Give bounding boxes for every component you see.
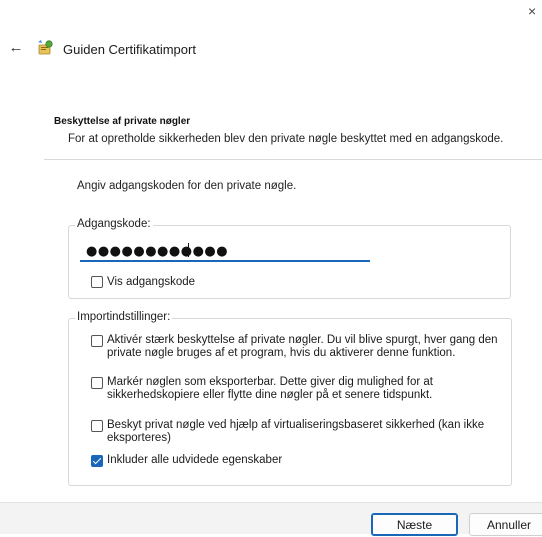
exportable-key-label[interactable]: Markér nøglen som eksporterbar. Dette gi… [107, 376, 433, 402]
strong-protection-label[interactable]: Aktivér stærk beskyttelse af private nøg… [107, 334, 498, 360]
exportable-key-label-line1: Markér nøglen som eksporterbar. Dette gi… [107, 376, 433, 388]
text-caret [188, 243, 189, 257]
certificate-wizard-icon [36, 39, 54, 57]
strong-protection-label-line2: private nøgle bruges af et program, hvis… [107, 347, 456, 359]
password-group-legend: Adgangskode: [75, 218, 153, 230]
import-group-legend: Importindstillinger: [75, 311, 173, 323]
close-button[interactable]: × [528, 0, 542, 22]
header-divider [44, 159, 542, 160]
vbs-protection-checkbox[interactable] [91, 420, 103, 432]
password-input[interactable]: ●●●●●●●●●●●● [80, 240, 370, 262]
vbs-protection-label-line2: eksporteres) [107, 432, 171, 444]
vbs-protection-label-line1: Beskyt privat nøgle ved hjælp af virtual… [107, 419, 485, 431]
back-button[interactable]: ← [6, 38, 26, 58]
strong-protection-checkbox[interactable] [91, 335, 103, 347]
exportable-key-label-line2: sikkerhedskopiere eller flytte dine nøgl… [107, 389, 433, 401]
exportable-key-checkbox[interactable] [91, 377, 103, 389]
wizard-footer [0, 502, 542, 534]
vbs-protection-label[interactable]: Beskyt privat nøgle ved hjælp af virtual… [107, 419, 484, 445]
show-password-label[interactable]: Vis adgangskode [107, 276, 195, 289]
show-password-checkbox[interactable] [91, 276, 103, 288]
password-masked-value: ●●●●●●●●●●●● [86, 244, 229, 259]
extended-properties-label[interactable]: Inkluder alle udvidede egenskaber [107, 454, 282, 467]
section-description: For at opretholde sikkerheden blev den p… [68, 133, 504, 145]
section-heading: Beskyttelse af private nøgler [54, 116, 191, 127]
arrow-left-icon: ← [8, 39, 24, 56]
strong-protection-label-line1: Aktivér stærk beskyttelse af private nøg… [107, 334, 498, 346]
wizard-title: Guiden Certifikatimport [63, 42, 196, 57]
extended-properties-checkbox[interactable] [91, 455, 103, 467]
close-icon: × [528, 3, 537, 19]
intro-text: Angiv adgangskoden for den private nøgle… [77, 180, 297, 192]
